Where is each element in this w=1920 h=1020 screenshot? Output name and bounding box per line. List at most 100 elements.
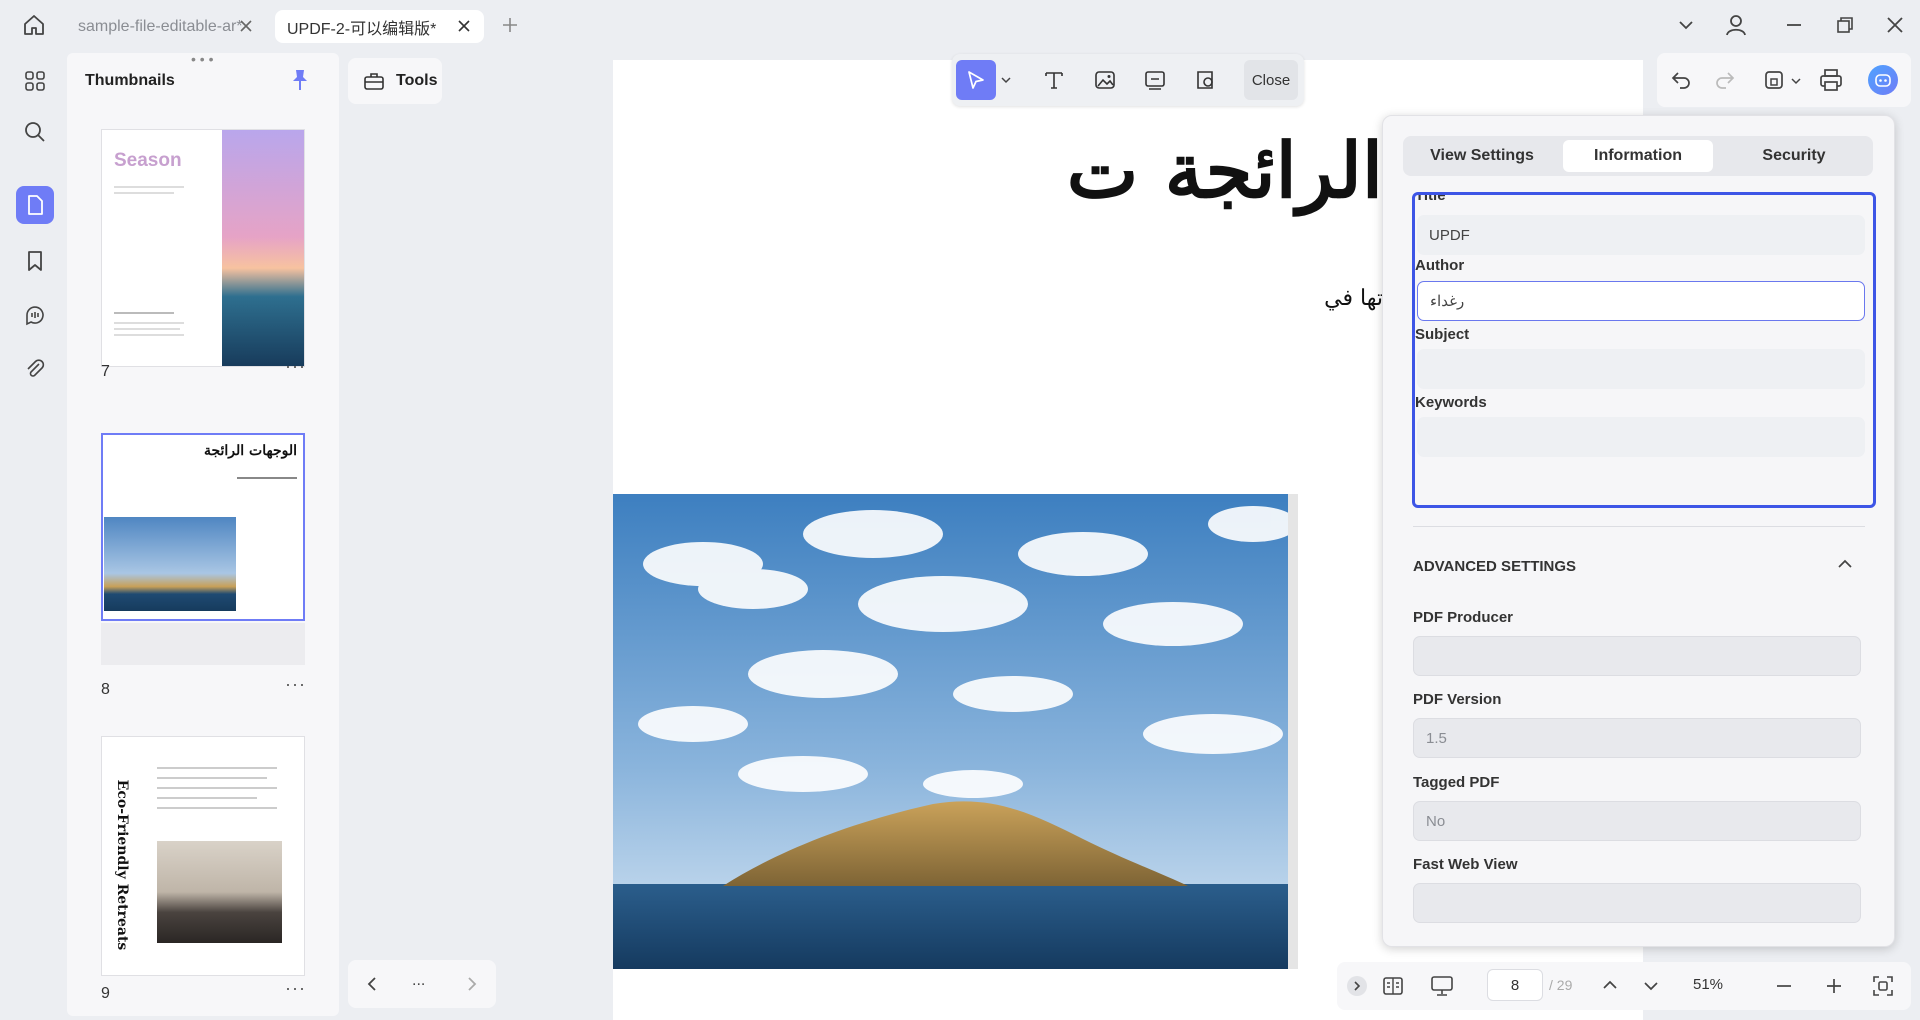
- undo-icon[interactable]: [1669, 68, 1693, 92]
- chevron-down-icon[interactable]: [1790, 75, 1802, 87]
- fit-page-icon[interactable]: [1871, 974, 1895, 998]
- close-icon[interactable]: [456, 18, 472, 34]
- text-line: [157, 767, 277, 769]
- pdf-producer-label: PDF Producer: [1413, 609, 1514, 626]
- chevron-down-icon[interactable]: [1640, 975, 1662, 997]
- keywords-label: Keywords: [1415, 394, 1487, 411]
- text-line: [157, 797, 257, 799]
- island-photo[interactable]: [613, 494, 1298, 969]
- page-navigation: ...: [348, 960, 496, 1008]
- attachment-icon[interactable]: [16, 350, 54, 388]
- tagged-pdf-label: Tagged PDF: [1413, 774, 1500, 791]
- text-line: [114, 334, 184, 336]
- add-text-icon[interactable]: [1038, 64, 1070, 96]
- thumbnails-panel: • • • Thumbnails Season 7 ··· الوجهات ال…: [67, 51, 339, 1016]
- fast-web-view-field: [1413, 883, 1861, 923]
- advanced-settings-heading: ADVANCED SETTINGS: [1413, 558, 1577, 575]
- zoom-in-icon[interactable]: [1823, 975, 1845, 997]
- edit-toolbar: Close: [952, 54, 1304, 106]
- page-number: 9: [101, 985, 110, 1002]
- close-window-icon[interactable]: [1882, 12, 1908, 38]
- add-image-icon[interactable]: [1089, 64, 1121, 96]
- more-icon[interactable]: ···: [285, 674, 306, 695]
- presentation-icon[interactable]: [1429, 974, 1455, 998]
- text-line: [114, 192, 174, 194]
- more-pages-button[interactable]: ...: [412, 972, 425, 990]
- left-rail: [0, 50, 65, 1020]
- page-layout-icon[interactable]: [1381, 974, 1405, 998]
- close-button[interactable]: Close: [1244, 60, 1298, 100]
- page-number: 7: [101, 363, 110, 380]
- thumbnail-page-9[interactable]: Eco-Friendly Retreats: [101, 736, 305, 976]
- save-icon[interactable]: [1762, 68, 1786, 92]
- add-link-icon[interactable]: [1139, 64, 1171, 96]
- info-fields-scroll[interactable]: Title UPDF Author رغداء Subject Keywords: [1415, 195, 1873, 505]
- pin-icon[interactable]: [289, 68, 311, 92]
- pdf-version-label: PDF Version: [1413, 691, 1502, 708]
- text-line: [114, 186, 184, 188]
- page-gap: [101, 623, 305, 665]
- tab-security[interactable]: Security: [1719, 140, 1869, 172]
- fast-web-view-label: Fast Web View: [1413, 856, 1518, 873]
- more-icon[interactable]: ···: [285, 356, 306, 377]
- text-line: [114, 312, 174, 314]
- thumbnail-page-8[interactable]: الوجهات الرائجة: [101, 433, 305, 621]
- chevron-down-icon[interactable]: [1000, 74, 1012, 86]
- title-field[interactable]: UPDF: [1417, 215, 1865, 255]
- rocks-image: [157, 841, 282, 943]
- chevron-up-icon[interactable]: [1835, 554, 1855, 574]
- print-icon[interactable]: [1818, 67, 1844, 93]
- search-icon[interactable]: [16, 113, 54, 151]
- tab-updf[interactable]: UPDF-2-可以编辑版*: [275, 10, 484, 43]
- pages-icon[interactable]: [16, 186, 54, 224]
- pdf-version-field: 1.5: [1413, 718, 1861, 758]
- chevron-left-icon[interactable]: [362, 974, 382, 994]
- restore-icon[interactable]: [1832, 12, 1858, 38]
- page-number-input[interactable]: 8: [1487, 969, 1543, 1001]
- tools-label: Tools: [396, 72, 438, 89]
- new-tab-icon[interactable]: [500, 15, 520, 35]
- minimize-icon[interactable]: [1781, 12, 1807, 38]
- text-line: [114, 328, 180, 330]
- cursor-icon: [968, 71, 984, 89]
- document-properties-panel: View Settings Information Security Title…: [1382, 115, 1895, 947]
- comments-icon[interactable]: [16, 296, 54, 334]
- more-icon[interactable]: ···: [285, 978, 306, 999]
- subject-label: Subject: [1415, 326, 1470, 343]
- page-subtitle[interactable]: تها في: [1324, 286, 1383, 311]
- tab-sample-file[interactable]: sample-file-editable-ar*: [66, 10, 266, 43]
- text-line: [114, 322, 184, 324]
- author-field[interactable]: رغداء: [1417, 281, 1865, 321]
- zoom-out-icon[interactable]: [1773, 975, 1795, 997]
- subject-field[interactable]: [1417, 349, 1865, 389]
- thumbnail-page-7[interactable]: Season: [101, 129, 305, 367]
- bookmark-icon[interactable]: [16, 242, 54, 280]
- redo-icon[interactable]: [1713, 68, 1737, 92]
- tools-button[interactable]: Tools: [348, 58, 442, 104]
- drag-handle[interactable]: • • •: [191, 51, 213, 67]
- select-tool-button[interactable]: [956, 60, 996, 100]
- chevron-right-icon[interactable]: [462, 974, 482, 994]
- thumbnail-heading: الوجهات الرائجة: [203, 443, 297, 459]
- tab-information[interactable]: Information: [1563, 140, 1713, 172]
- ai-assistant-icon[interactable]: [1868, 65, 1898, 95]
- pdf-producer-field: [1413, 636, 1861, 676]
- chevron-down-icon[interactable]: [1673, 12, 1699, 38]
- properties-tabs: View Settings Information Security: [1403, 136, 1873, 176]
- chevron-right-icon[interactable]: [1347, 976, 1367, 996]
- chevron-up-icon[interactable]: [1599, 974, 1621, 996]
- grid-icon[interactable]: [16, 62, 54, 100]
- keywords-field[interactable]: [1417, 417, 1865, 457]
- close-icon[interactable]: [238, 18, 254, 34]
- author-label: Author: [1415, 257, 1465, 274]
- zoom-level[interactable]: 51%: [1693, 976, 1723, 993]
- watermark-icon[interactable]: [1189, 64, 1221, 96]
- total-pages: / 29: [1549, 977, 1573, 993]
- page-title[interactable]: الرائجة ت: [1067, 126, 1383, 215]
- island-image: [104, 517, 236, 611]
- status-bar: 8 / 29 51%: [1337, 962, 1911, 1010]
- home-icon[interactable]: [22, 13, 46, 37]
- account-icon[interactable]: [1723, 12, 1749, 38]
- tab-view-settings[interactable]: View Settings: [1407, 140, 1557, 172]
- divider: [1413, 526, 1865, 527]
